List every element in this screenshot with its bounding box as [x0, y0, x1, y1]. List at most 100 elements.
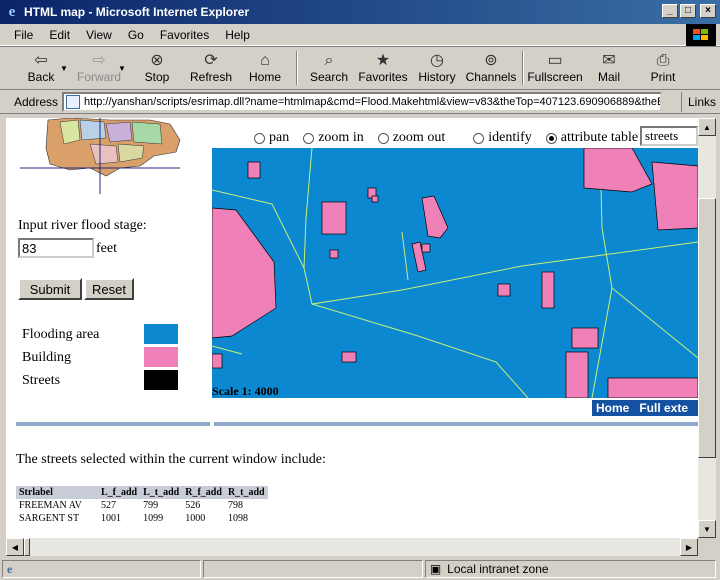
radio-icon[interactable] — [377, 132, 389, 144]
search-button[interactable]: ⌕ Search — [302, 48, 356, 88]
status-zone: ▣ Local intranet zone — [424, 560, 716, 578]
address-input[interactable]: http://yanshan/scripts/esrimap.dll?name=… — [62, 91, 663, 112]
vertical-scrollbar[interactable]: ▲ ▼ — [698, 118, 716, 538]
table-cell: 1000 — [185, 513, 206, 524]
mode-pan[interactable]: pan — [254, 130, 289, 146]
home-link[interactable]: Home — [596, 401, 629, 415]
table-cell: 527 — [101, 500, 116, 511]
radio-checked-icon[interactable] — [545, 132, 557, 144]
menu-favorites[interactable]: Favorites — [160, 28, 209, 42]
page-icon — [66, 94, 81, 109]
column-header: R_f_add — [182, 486, 225, 499]
ie-logo-icon: e — [8, 3, 16, 20]
window-title: HTML map - Microsoft Internet Explorer — [24, 5, 250, 19]
scroll-down-icon[interactable]: ▼ — [698, 520, 716, 538]
radio-icon[interactable] — [303, 132, 315, 144]
close-button[interactable]: × — [700, 4, 716, 18]
table-header-row: Strlabel L_f_add L_t_add R_f_add R_t_add — [16, 486, 268, 499]
flood-map[interactable] — [212, 148, 698, 398]
table-cell: 798 — [227, 500, 243, 511]
mail-icon: ✉ — [602, 52, 616, 69]
favorites-button[interactable]: ★ Favorites — [356, 48, 410, 88]
scroll-left-icon[interactable]: ◀ — [6, 538, 24, 556]
channels-icon: ⊚ — [484, 52, 498, 69]
table-cell: 799 — [143, 500, 159, 511]
legend-flooding-label: Flooding area — [22, 327, 100, 342]
menu-help[interactable]: Help — [225, 28, 250, 42]
status-progress — [203, 560, 423, 578]
locator-map[interactable] — [20, 118, 190, 198]
scroll-up-icon[interactable]: ▲ — [698, 118, 716, 136]
menu-go[interactable]: Go — [128, 28, 144, 42]
toolbar-separator — [522, 51, 524, 85]
page-content: Input river flood stage: 83 feet Submit … — [6, 118, 698, 538]
flood-stage-input[interactable]: 83 — [18, 238, 94, 258]
title-bar: e HTML map - Microsoft Internet Explorer… — [0, 0, 720, 24]
mode-identify[interactable]: identify — [473, 130, 532, 146]
layer-select[interactable]: streets — [640, 126, 698, 146]
links-button[interactable]: Links — [680, 92, 716, 112]
vertical-scroll-thumb[interactable] — [698, 198, 716, 458]
print-button[interactable]: ⎙ Print — [636, 48, 690, 88]
zone-label: Local intranet zone — [447, 562, 549, 576]
address-bar: Address http://yanshan/scripts/esrimap.d… — [0, 90, 720, 114]
menu-view[interactable]: View — [86, 28, 112, 42]
arrow-left-icon: ⇦ — [34, 52, 48, 69]
mail-button[interactable]: ✉ Mail — [582, 48, 636, 88]
mode-zoom-out[interactable]: zoom out — [377, 130, 445, 146]
scroll-right-icon[interactable]: ▶ — [680, 538, 698, 556]
reset-button[interactable]: Reset — [84, 278, 134, 300]
table-row: SARGENT ST 1001 1099 1000 1098 — [16, 512, 268, 525]
legend-building-swatch — [144, 347, 178, 367]
status-bar: e ▣ Local intranet zone — [0, 558, 720, 580]
fullscreen-button[interactable]: ▭ Fullscreen — [527, 48, 582, 88]
legend-streets-swatch — [144, 370, 178, 390]
toolbar: ⇦ Back ▼ ⇨ Forward ▼ ⊗ Stop ⟳ Refresh ⌂ Home … — [0, 46, 720, 90]
refresh-icon: ⟳ — [204, 52, 218, 69]
column-header: L_t_add — [140, 486, 183, 499]
channels-button[interactable]: ⊚ Channels — [464, 48, 518, 88]
legend-flooding-swatch — [144, 324, 178, 344]
intranet-zone-icon: ▣ — [429, 562, 442, 576]
scale-label: Scale 1: 4000 — [212, 384, 279, 398]
divider-left — [16, 422, 210, 426]
history-button[interactable]: ◷ History — [410, 48, 464, 88]
address-url: http://yanshan/scripts/esrimap.dll?name=… — [84, 95, 663, 108]
table-row: FREEMAN AV 527 799 526 798 — [16, 499, 268, 512]
flood-stage-label: Input river flood stage: — [18, 218, 147, 233]
streets-heading: The streets selected within the current … — [16, 452, 326, 467]
menu-file[interactable]: File — [14, 28, 33, 42]
arrow-right-icon: ⇨ — [92, 52, 106, 69]
forward-dropdown-icon[interactable]: ▼ — [118, 64, 128, 73]
feet-label: feet — [96, 241, 117, 256]
stop-button[interactable]: ⊗ Stop — [130, 48, 184, 88]
radio-icon[interactable] — [473, 132, 485, 144]
column-header: Strlabel — [16, 486, 98, 499]
mode-attribute-table[interactable]: attribute table — [545, 130, 638, 146]
ie-page-icon: e — [7, 561, 13, 576]
home-button[interactable]: ⌂ Home — [238, 48, 292, 88]
streets-table: Strlabel L_f_add L_t_add R_f_add R_t_add… — [16, 486, 268, 525]
table-cell: SARGENT ST — [19, 513, 80, 524]
stop-icon: ⊗ — [150, 52, 164, 69]
radio-icon[interactable] — [254, 132, 265, 144]
horizontal-scroll-thumb[interactable] — [24, 538, 30, 556]
horizontal-scrollbar[interactable]: ◀ ▶ — [6, 538, 698, 556]
table-cell: 1099 — [143, 513, 164, 524]
table-cell: 526 — [185, 500, 201, 511]
table-cell: 1098 — [227, 513, 248, 524]
map-nav-bar: Home Full exte — [592, 400, 698, 416]
full-extent-link[interactable]: Full exte — [639, 401, 688, 415]
column-header: L_f_add — [98, 486, 141, 499]
toolbar-separator — [296, 51, 298, 85]
windows-logo-icon — [686, 24, 716, 46]
menu-edit[interactable]: Edit — [49, 28, 70, 42]
back-dropdown-icon[interactable]: ▼ — [60, 64, 70, 73]
refresh-button[interactable]: ⟳ Refresh — [184, 48, 238, 88]
maximize-button[interactable]: □ — [680, 4, 696, 18]
mode-zoom-in[interactable]: zoom in — [303, 130, 364, 146]
search-icon: ⌕ — [324, 52, 334, 69]
table-cell: FREEMAN AV — [19, 500, 82, 511]
minimize-button[interactable]: _ — [662, 4, 678, 18]
submit-button[interactable]: Submit — [18, 278, 82, 300]
